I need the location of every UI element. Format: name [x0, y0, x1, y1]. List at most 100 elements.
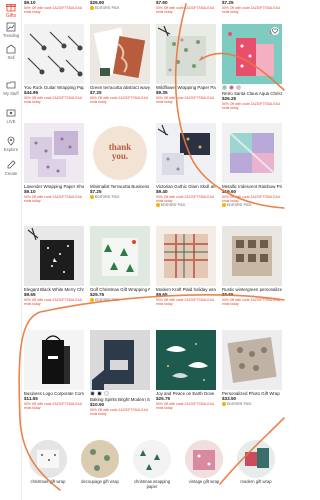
color-swatches[interactable] — [222, 85, 282, 90]
discount-text: 50% Off with code ZAZGIFTSSALEAU — [24, 194, 83, 199]
product-card[interactable]: You Rock Guitar Wrapping Paper $44.95 50… — [24, 24, 84, 104]
trending-icon — [6, 22, 16, 32]
sale-end-text: ends today — [156, 99, 173, 104]
product-card[interactable]: Wildflower Wrapping Paper Pa... $9.35 50… — [156, 24, 216, 104]
editors-pick-badge: EDITORS' PICK — [156, 203, 216, 207]
product-card[interactable]: Lavender Wrapping Paper Sho... $9.10 50%… — [24, 123, 84, 203]
live-icon — [6, 109, 16, 117]
product-card[interactable]: Victorian Gothic Glam Skull an... $9.40 … — [156, 123, 216, 207]
swatch[interactable] — [222, 85, 227, 90]
swatch[interactable] — [97, 391, 102, 396]
editors-pick-badge: EDITORS' PICK — [222, 203, 282, 207]
product-image[interactable] — [24, 226, 84, 286]
category-label: vintage gift wrap — [188, 479, 220, 484]
star-icon — [222, 401, 226, 406]
sale-end-text: ends today — [222, 301, 239, 306]
discount-text: 50% Off with code ZAZGIFTSSALEAU — [90, 95, 149, 100]
category-modern-gift-wrap[interactable]: modern gift wrap — [234, 440, 278, 485]
product-card[interactable]: Modern Kraft Plaid holiday wra... $9.65 … — [156, 226, 216, 306]
editors-pick-badge: EDITORS' PICK — [90, 6, 150, 10]
product-image[interactable] — [24, 24, 84, 84]
product-card[interactable]: Retro Santa Claus Aqua Christ... $26.25 … — [222, 24, 282, 110]
nav-label: Create — [4, 171, 18, 176]
nav-sell[interactable]: Sell — [0, 44, 22, 60]
nav-gifts[interactable]: Gifts — [0, 2, 22, 19]
product-image[interactable] — [222, 330, 282, 390]
product-image[interactable] — [156, 330, 216, 390]
editors-pick-badge: EDITORS' PICK — [222, 402, 282, 406]
product-image[interactable] — [156, 24, 216, 84]
top-row: $9.10 50% Off with code ZAZGIFTSSALEAU e… — [24, 0, 286, 16]
product-card[interactable]: Business Logo Corporate Com... $11.55 50… — [24, 330, 84, 410]
product-card[interactable]: Metallic Iridescent Rainbow Pri... $19.6… — [222, 123, 282, 207]
product-info[interactable]: $9.10 50% Off with code ZAZGIFTSSALEAU e… — [24, 0, 84, 14]
product-image[interactable]: thank you. — [90, 123, 150, 183]
nav-label: Sell — [7, 55, 15, 60]
category-vintage-gift-wrap[interactable]: vintage gift wrap — [182, 440, 226, 485]
nav-my-stuff[interactable]: My Stuff — [0, 80, 22, 96]
thank-you-text: thank you. — [108, 142, 132, 161]
category-image[interactable] — [237, 440, 275, 478]
sale-end-text: ends today — [24, 9, 41, 14]
category-image[interactable] — [185, 440, 223, 478]
product-image[interactable] — [156, 226, 216, 286]
nav-trending[interactable]: Trending — [0, 22, 22, 38]
nav-create[interactable]: Create — [0, 160, 22, 176]
product-card[interactable]: thank you. Minimalist Terracotta Busines… — [90, 123, 150, 199]
star-icon — [90, 297, 94, 302]
heart-icon[interactable] — [271, 27, 279, 35]
product-image[interactable] — [156, 123, 216, 183]
star-icon — [222, 202, 226, 207]
discount-text: 50% Off with code ZAZGIFTSSALEAU — [90, 407, 149, 412]
product-card[interactable]: Golf Christmas Gift Wrapping P... $29.75… — [90, 226, 150, 302]
product-card[interactable]: Elegant Black White Merry Chri... $9.65 … — [24, 226, 84, 306]
discount-text: 50% Off with code ZAZGIFTSSALEAU — [156, 401, 215, 406]
swatch[interactable] — [236, 85, 241, 90]
product-card[interactable]: Green terracotta abstract wavy... $7.25 … — [90, 24, 150, 104]
product-info[interactable]: $7.60 50% Off with code ZAZGIFTSSALEAU e… — [156, 0, 216, 14]
swatch[interactable] — [104, 391, 109, 396]
discount-text: 50% Off with code ZAZGIFTSSALEAU — [24, 297, 83, 302]
product-card[interactable]: Joy and Peace on Earth Dove ... $25.75 5… — [156, 330, 216, 410]
product-image[interactable] — [24, 330, 84, 390]
create-icon — [7, 160, 16, 169]
sale-end-text: ends today — [90, 99, 107, 104]
color-swatches[interactable] — [90, 391, 150, 396]
product-image[interactable] — [222, 226, 282, 286]
explore-icon — [7, 136, 15, 146]
product-image[interactable] — [222, 123, 282, 183]
discount-text: 50% Off with code ZAZGIFTSSALEAU — [24, 401, 83, 406]
nav-live[interactable]: LIVE — [0, 108, 22, 124]
discount-text: 50% Off with code ZAZGIFTSSALEAU — [156, 194, 215, 199]
swatch[interactable] — [229, 85, 234, 90]
product-info[interactable]: $7.25 50% Off with code ZAZGIFTSSALEAU e… — [222, 0, 282, 14]
category-image[interactable] — [133, 440, 171, 478]
category-image[interactable] — [29, 440, 67, 478]
product-image[interactable] — [90, 330, 150, 390]
nav-label: Explore — [3, 147, 19, 152]
product-image[interactable] — [24, 123, 84, 183]
editors-pick-badge: EDITORS' PICK — [90, 195, 150, 199]
product-image[interactable] — [90, 24, 150, 84]
nav-explore[interactable]: Explore — [0, 136, 22, 152]
sidebar-nav: Gifts Trending Sell My Stuff LIVE Explor… — [0, 0, 22, 500]
sale-end-text: ends today — [24, 405, 41, 410]
product-image[interactable] — [90, 226, 150, 286]
product-info[interactable]: $26.90 EDITORS' PICK — [90, 0, 150, 10]
sale-end-text: ends today — [156, 301, 173, 306]
product-card[interactable]: Baking Spirits Bright Modern St... $10.9… — [90, 330, 150, 416]
product-card[interactable]: Rustic wintergreen personalized... $9.65… — [222, 226, 282, 306]
sale-end-text: ends today — [90, 411, 107, 416]
related-categories: christmas gift wrap decoupage gift wrap … — [24, 440, 286, 500]
swatch[interactable] — [90, 391, 95, 396]
discount-text: 50% Off with code ZAZGIFTSSALEAU — [222, 101, 281, 106]
category-christmas-wrapping-paper[interactable]: christmas wrapping paper — [130, 440, 174, 490]
nav-label: Gifts — [5, 13, 17, 19]
category-decoupage-gift-wrap[interactable]: decoupage gift wrap — [78, 440, 122, 485]
sale-end-text: ends today — [24, 198, 41, 203]
category-image[interactable] — [81, 440, 119, 478]
gift-icon — [6, 4, 16, 12]
product-card[interactable]: Personalized Photo Gift Wrap $33.50 EDIT… — [222, 330, 282, 406]
category-christmas-gift-wrap[interactable]: christmas gift wrap — [26, 440, 70, 485]
product-image[interactable] — [222, 24, 282, 84]
